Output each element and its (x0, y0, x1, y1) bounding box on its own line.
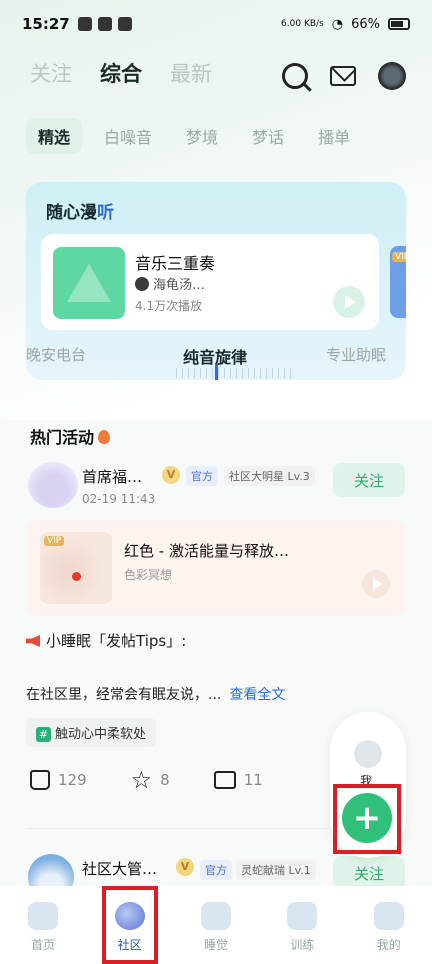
hot-activities-title: 热门活动 (30, 424, 111, 448)
channel-goodnight[interactable]: 晚安电台 (26, 344, 86, 365)
status-bar: 15:27 6.00 KB/s ◔ 66% (0, 0, 432, 48)
official-tag: 官方 (186, 466, 218, 486)
topic-tag[interactable]: # 触动心中柔软处 (26, 718, 157, 747)
like-button[interactable]: 129 (30, 770, 87, 790)
channel-pro-sleep[interactable]: 专业助眠 (326, 344, 386, 365)
level-tag: 社区大明星 Lv.3 (224, 466, 315, 486)
audio-subtitle: 色彩冥想 (124, 568, 173, 582)
track-name: 音乐三重奏 (135, 254, 216, 273)
comment-button[interactable]: 11 (213, 771, 263, 789)
post-text-line1: 小睡眠「发帖Tips」: (26, 630, 186, 651)
notebook-icon (287, 901, 318, 930)
audio-card[interactable]: VIP 红色 - 激活能量与释放… 色彩冥想 (26, 520, 406, 616)
post-username[interactable]: 首席福… (82, 466, 142, 487)
mail-icon[interactable] (330, 66, 356, 86)
cloud-rain-icon (28, 901, 59, 930)
thumbs-up-icon (30, 770, 50, 790)
channel-slider-indicator (215, 364, 218, 380)
tab-follow[interactable]: 关注 (30, 58, 72, 88)
subtab-sleep-talk[interactable]: 梦话 (240, 118, 296, 154)
post-date: 02-19 11:43 (82, 492, 156, 506)
track-cover (53, 247, 125, 319)
official-tag: 官方 (200, 860, 232, 880)
track-plays: 4.1万次播放 (135, 299, 203, 313)
tab-latest[interactable]: 最新 (170, 58, 212, 88)
play-icon[interactable] (362, 570, 390, 598)
see-all-link[interactable]: 查看全文 (229, 687, 285, 703)
speaker-icon (26, 635, 40, 647)
net-speed: 6.00 KB/s (281, 18, 324, 29)
nav-sleep[interactable]: 睡觉 (186, 901, 246, 953)
top-tabs: 关注 综合 最新 (30, 58, 212, 88)
star-button[interactable]: ☆ 8 (130, 766, 170, 794)
battery-icon (388, 18, 410, 30)
audio-title: 红色 - 激活能量与释放… (124, 542, 289, 560)
post-actions: 129 ☆ 8 11 (30, 766, 307, 794)
sub-tabs: 精选 白噪音 梦境 梦话 播单 (26, 118, 362, 154)
avatar[interactable] (378, 62, 406, 90)
search-icon[interactable] (282, 63, 308, 89)
channel-slider-ticks[interactable] (176, 368, 296, 378)
top-icons (282, 62, 406, 90)
bottom-nav: 首页 社区 睡觉 训练 我的 (0, 886, 432, 964)
app-notification-icon (117, 17, 132, 31)
post-avatar[interactable] (28, 462, 78, 508)
status-time: 15:27 (22, 15, 70, 33)
vip-badge: VIP (44, 536, 65, 546)
moon-icon (200, 901, 231, 930)
nav-home[interactable]: 首页 (13, 901, 73, 953)
track-author: 海龟汤… (135, 274, 205, 293)
my-avatar[interactable] (354, 740, 382, 768)
verified-badge: V (176, 858, 194, 876)
cat-icon (373, 901, 404, 930)
author-avatar (135, 276, 149, 291)
flame-icon (98, 430, 111, 444)
battery-text: 66% (351, 16, 380, 32)
comment-icon (213, 771, 236, 789)
highlight-box-community (102, 886, 158, 964)
highlight-box-fab (333, 784, 401, 854)
audio-cover: VIP (40, 532, 112, 604)
tab-comprehensive[interactable]: 综合 (100, 58, 142, 88)
nav-mine[interactable]: 我的 (359, 901, 419, 953)
subtab-dream[interactable]: 梦境 (174, 118, 230, 154)
notification-icon (77, 17, 92, 31)
random-listen-card: 随心漫听 音乐三重奏 海龟汤… 4.1万次播放 VIP 晚安电台 纯音旋律 专业… (26, 182, 406, 380)
nav-training[interactable]: 训练 (272, 901, 332, 953)
level-tag: 灵蛇献瑞 Lv.1 (236, 860, 316, 880)
wifi-icon: ◔ (331, 16, 344, 32)
star-icon: ☆ (130, 766, 153, 794)
post-text-line2: 在社区里，经常会有眠友说，... 查看全文 (26, 687, 286, 703)
post2-username[interactable]: 社区大管… (82, 858, 157, 879)
subtab-white-noise[interactable]: 白噪音 (92, 118, 164, 154)
follow-button[interactable]: 关注 (333, 463, 405, 497)
random-listen-title: 随心漫听 (46, 203, 114, 223)
hash-icon: # (36, 727, 51, 742)
follow-button[interactable]: 关注 (333, 856, 405, 890)
verified-badge: V (162, 466, 180, 484)
vip-badge: VIP (392, 252, 406, 262)
track-card[interactable]: 音乐三重奏 海龟汤… 4.1万次播放 (41, 234, 379, 330)
play-icon[interactable] (333, 286, 365, 318)
subtab-featured[interactable]: 精选 (26, 118, 83, 154)
status-right: 6.00 KB/s ◔ 66% (281, 17, 410, 32)
mail-notification-icon (97, 17, 112, 31)
subtab-playlist[interactable]: 播单 (306, 118, 362, 154)
